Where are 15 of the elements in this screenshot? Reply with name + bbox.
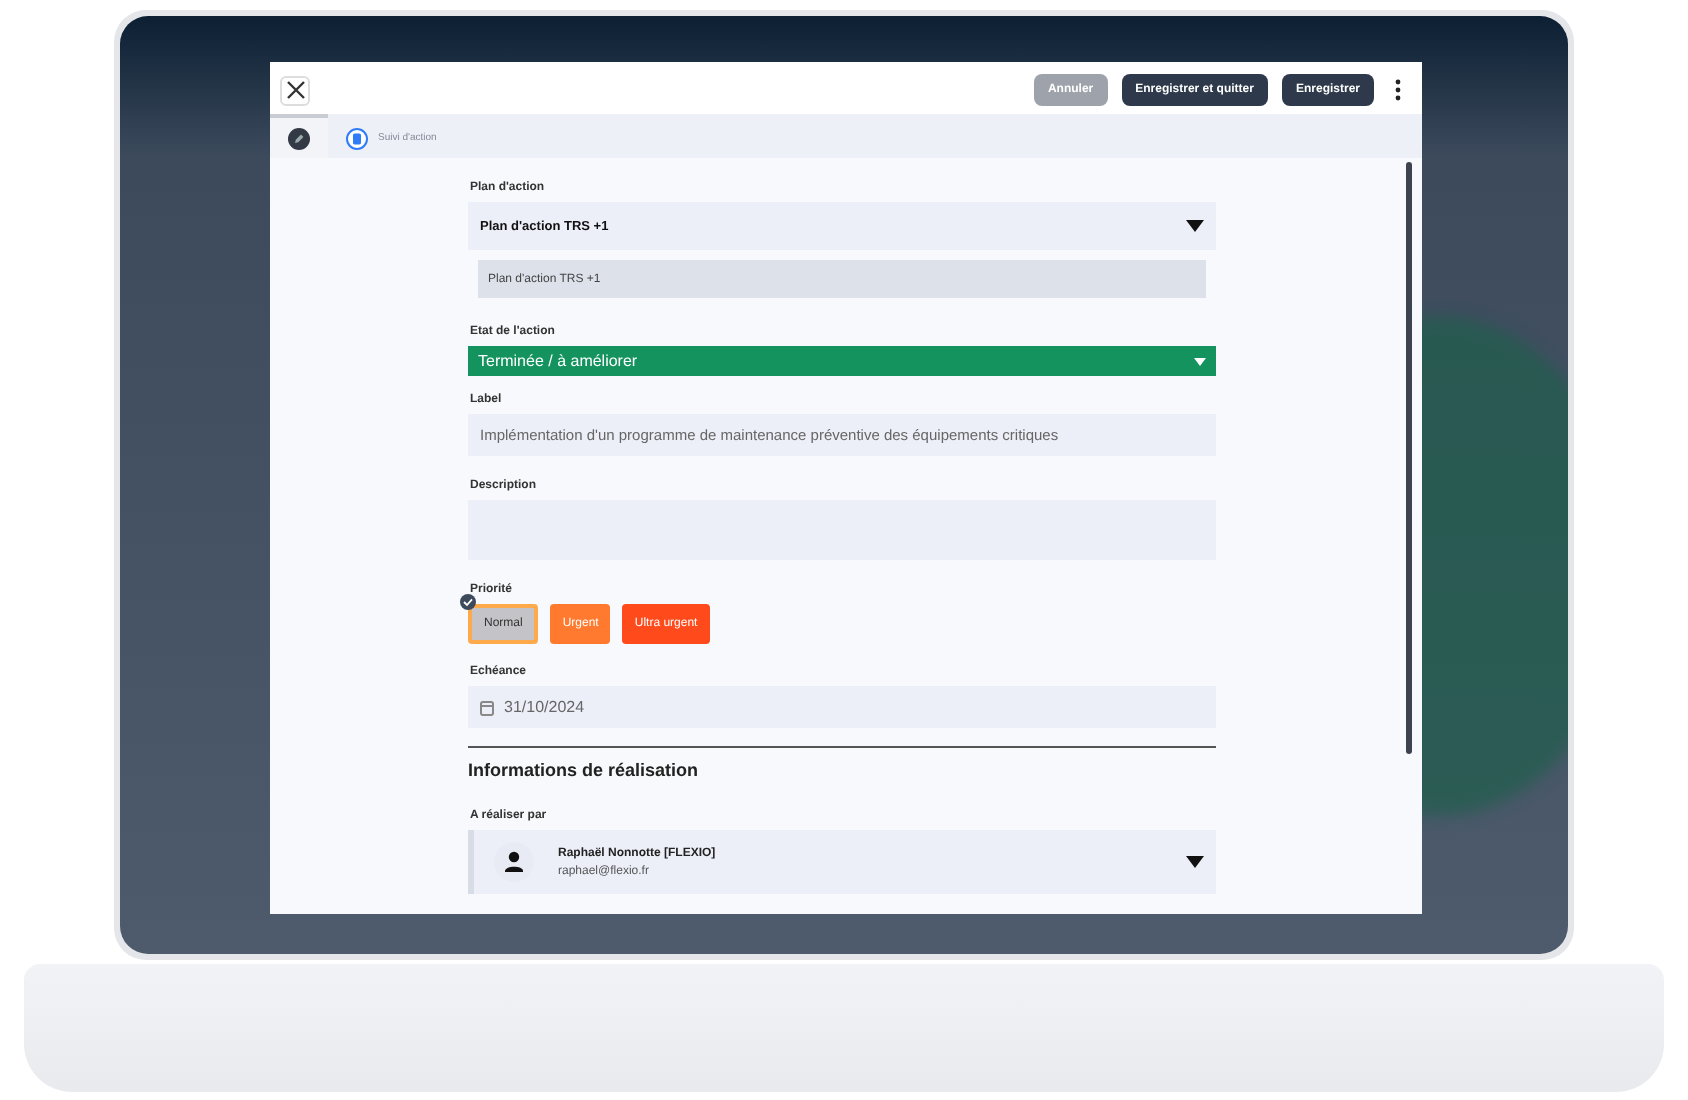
calendar-icon xyxy=(480,699,494,715)
close-icon xyxy=(285,80,305,100)
close-button[interactable] xyxy=(280,75,310,105)
due-date-field[interactable]: 31/10/2024 xyxy=(468,686,1216,728)
caret-icon xyxy=(1186,220,1204,232)
section-title: Informations de réalisation xyxy=(468,760,701,780)
edit-icon xyxy=(288,127,310,149)
tab[interactable] xyxy=(270,114,328,158)
caret-icon xyxy=(1194,357,1206,365)
state-select[interactable]: Terminée / à améliorer xyxy=(468,346,1216,376)
document-icon xyxy=(346,127,368,149)
caret-icon xyxy=(1186,856,1204,868)
check-badge-icon xyxy=(460,594,476,610)
more-menu-icon[interactable] xyxy=(1394,78,1402,102)
scrollbar[interactable] xyxy=(1406,162,1412,754)
